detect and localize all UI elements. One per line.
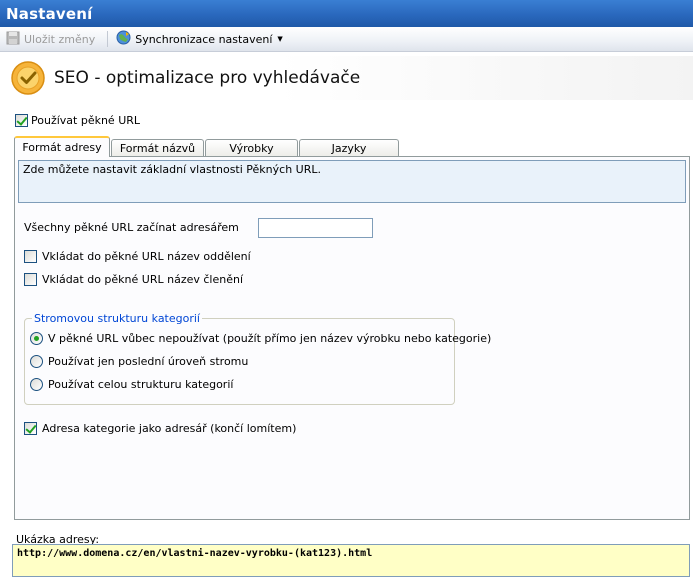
tree-option-none-row[interactable]: V pěkné URL vůbec nepoužívat (použít pří…	[30, 332, 491, 345]
example-url-box: http://www.domena.cz/en/vlastni-nazev-vy…	[12, 544, 690, 577]
tab-name-format[interactable]: Formát názvů	[111, 139, 204, 157]
info-box: Zde můžete nastavit základní vlastnosti …	[18, 160, 686, 203]
toolbar-separator	[107, 31, 109, 47]
insert-division-row[interactable]: Vkládat do pěkné URL název členění	[24, 273, 243, 286]
page-header: SEO - optimalizace pro vyhledávače	[0, 56, 693, 100]
prefix-dir-row: Všechny pěkné URL začínat adresářem	[24, 221, 239, 234]
tab-strip: Formát adresy Formát názvů Výrobky Jazyk…	[14, 136, 400, 157]
insert-department-checkbox[interactable]	[24, 250, 37, 263]
use-pretty-urls-label: Používat pěkné URL	[31, 114, 141, 127]
tree-option-none-radio[interactable]	[30, 332, 43, 345]
toolbar: Uložit změny Synchronizace nastavení ▼	[0, 27, 693, 52]
tree-option-full-row[interactable]: Používat celou strukturu kategorií	[30, 378, 233, 391]
prefix-dir-label: Všechny pěkné URL začínat adresářem	[24, 221, 239, 234]
seo-badge-icon	[10, 60, 46, 96]
tab-url-format[interactable]: Formát adresy	[14, 136, 110, 157]
sync-globe-icon	[116, 30, 131, 48]
category-as-dir-label: Adresa kategorie jako adresář (končí lom…	[42, 422, 297, 435]
save-icon	[6, 31, 20, 48]
insert-department-label: Vkládat do pěkné URL název oddělení	[42, 250, 251, 263]
tree-option-last-radio[interactable]	[30, 355, 43, 368]
save-button-label: Uložit změny	[24, 32, 96, 46]
category-as-dir-row[interactable]: Adresa kategorie jako adresář (končí lom…	[24, 422, 296, 435]
tab-languages[interactable]: Jazyky	[299, 139, 399, 157]
save-button[interactable]: Uložit změny	[4, 29, 97, 49]
use-pretty-urls-row[interactable]: Používat pěkné URL	[15, 114, 140, 127]
category-as-dir-checkbox[interactable]	[24, 422, 37, 435]
tree-option-last-label: Používat jen poslední úroveň stromu	[48, 355, 249, 368]
insert-department-row[interactable]: Vkládat do pěkné URL název oddělení	[24, 250, 251, 263]
insert-division-label: Vkládat do pěkné URL název členění	[42, 273, 244, 286]
prefix-dir-input[interactable]	[258, 218, 373, 238]
info-text: Zde můžete nastavit základní vlastnosti …	[23, 163, 321, 176]
use-pretty-urls-checkbox[interactable]	[15, 114, 28, 127]
tree-option-last-row[interactable]: Používat jen poslední úroveň stromu	[30, 355, 248, 368]
sync-settings-button[interactable]: Synchronizace nastavení ▼	[114, 29, 285, 49]
page-title: SEO - optimalizace pro vyhledávače	[54, 68, 361, 88]
tree-option-none-label: V pěkné URL vůbec nepoužívat (použít pří…	[48, 332, 492, 345]
insert-division-checkbox[interactable]	[24, 273, 37, 286]
tree-option-full-radio[interactable]	[30, 378, 43, 391]
window-title: Nastavení	[0, 0, 693, 27]
tab-products[interactable]: Výrobky	[205, 139, 298, 157]
chevron-down-icon: ▼	[277, 35, 283, 43]
example-url: http://www.domena.cz/en/vlastni-nazev-vy…	[17, 548, 373, 559]
sync-settings-label: Synchronizace nastavení	[135, 32, 273, 46]
tree-option-full-label: Používat celou strukturu kategorií	[48, 378, 234, 391]
category-tree-legend: Stromovou strukturu kategorií	[32, 312, 202, 325]
